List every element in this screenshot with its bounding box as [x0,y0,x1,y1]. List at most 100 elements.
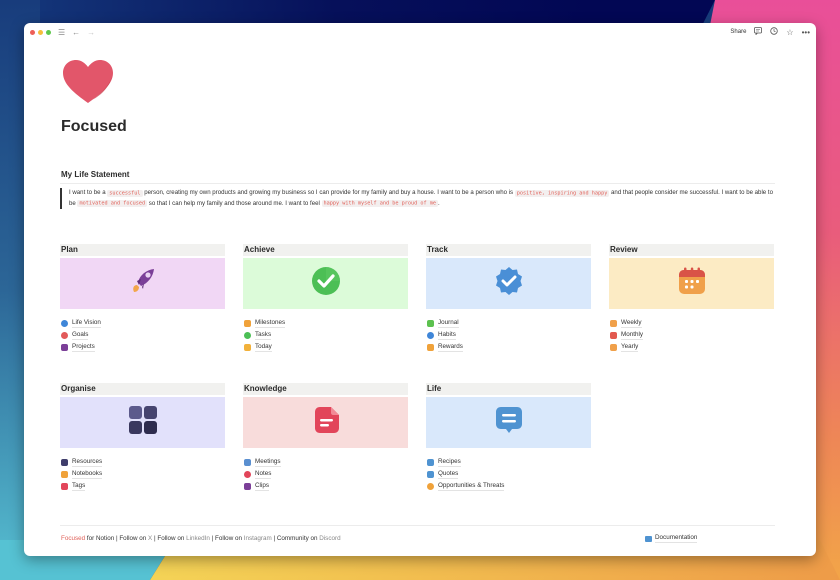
highlight-code: positive, inspiring and happy [514,189,610,197]
section-cover [243,258,408,309]
page-link-rewards[interactable]: Rewards [426,342,591,354]
page-link-journal[interactable]: Journal [426,317,591,329]
page-link-label: Tags [72,482,86,492]
footer-static: | Follow on [209,535,244,542]
section-cover [426,258,591,309]
page-link-projects[interactable]: Projects [60,342,225,354]
documentation-label: Documentation [655,534,698,543]
section-links: Weekly Monthly Yearly [609,317,774,354]
section-cover [60,258,225,309]
page-link-label: Habits [438,330,456,340]
calendar-icon [610,331,617,339]
brand-link[interactable]: Focused [61,535,85,542]
instagram-link[interactable]: Instagram [244,535,272,542]
question-icon [427,483,434,491]
minimize-window-button[interactable] [38,29,43,35]
statement-text: . [437,199,440,207]
footer-static: | Follow on [152,535,187,542]
notion-window: ☰ ← → Share ☆ ••• Focused My Life Statem… [24,23,816,556]
highlight-code: successful [107,189,143,197]
statement-heading: My Life Statement [61,170,130,179]
page-link-label: Clips [255,482,269,492]
rocket-icon [61,344,68,352]
star-icon[interactable]: ☆ [786,28,793,37]
crown-icon [244,319,251,327]
page-link-quotes[interactable]: Quotes [426,468,591,480]
statement-text: so that I can help my family and those a… [147,199,322,207]
section-heading: Organise [60,383,225,395]
footer-text: Focused for Notion | Follow on X | Follo… [61,535,341,542]
verified-badge-icon [427,331,434,339]
folder-icon [61,470,68,478]
page-link-recipes[interactable]: Recipes [426,456,591,468]
discord-link[interactable]: Discord [319,535,340,542]
section-links: Resources Notebooks Tags [60,456,225,493]
highlight-code: motivated and focused [77,200,148,207]
section-card-organise: Organise Resources Notebooks Tags [60,383,225,493]
page-title[interactable]: Focused [61,118,127,136]
page-link-clips[interactable]: Clips [243,481,408,493]
sidebar-menu-icon[interactable]: ☰ [58,28,65,37]
share-button[interactable]: Share [730,29,746,35]
comment-icon[interactable] [754,27,763,37]
heart-icon[interactable] [62,59,114,105]
page-link-tasks[interactable]: Tasks [243,329,408,341]
page-link-label: Rewards [438,343,463,353]
section-card-knowledge: Knowledge Meetings Notes Clips [243,383,408,493]
page-link-life-vision[interactable]: Life Vision [60,317,225,329]
page-link-opportunities-threats[interactable]: Opportunities & Threats [426,481,591,493]
section-heading: Achieve [243,244,408,256]
section-links: Milestones Tasks Today [243,317,408,354]
page-link-label: Tasks [255,330,272,340]
section-heading: Life [426,383,591,395]
page-link-label: Quotes [438,469,459,479]
page-link-label: Monthly [621,330,644,340]
history-clock-icon[interactable] [770,27,779,37]
page-link-goals[interactable]: Goals [60,329,225,341]
page-link-monthly[interactable]: Monthly [609,329,774,341]
close-window-button[interactable] [30,29,35,35]
page-link-label: Life Vision [72,318,101,328]
page-link-label: Today [255,343,272,353]
back-arrow-icon[interactable]: ← [72,28,80,37]
more-icon[interactable]: ••• [802,28,810,37]
page-link-label: Opportunities & Threats [438,482,505,492]
page-link-label: Journal [438,318,459,328]
page-link-milestones[interactable]: Milestones [243,317,408,329]
calendar-icon [610,319,617,327]
page-link-label: Meetings [255,457,281,467]
life-statement-quote[interactable]: I want to be a successful person, creati… [60,188,775,209]
section-heading: Knowledge [243,383,408,395]
section-links: Life Vision Goals Projects [60,317,225,354]
divider [60,183,775,184]
maximize-window-button[interactable] [46,29,51,35]
page-link-yearly[interactable]: Yearly [609,342,774,354]
page-link-notes[interactable]: Notes [243,468,408,480]
page-link-label: Resources [72,457,103,467]
page-link-resources[interactable]: Resources [60,456,225,468]
section-cover [60,397,225,448]
page-link-habits[interactable]: Habits [426,329,591,341]
documentation-link[interactable]: Documentation [645,534,698,543]
page-link-meetings[interactable]: Meetings [243,456,408,468]
grid-icon [128,405,158,440]
check-circle-icon [311,266,341,301]
verified-badge-icon [494,266,524,301]
section-links: Meetings Notes Clips [243,456,408,493]
footer-static: | Community on [271,535,320,542]
page-link-tags[interactable]: Tags [60,481,225,493]
check-circle-icon [244,331,251,339]
page-link-notebooks[interactable]: Notebooks [60,468,225,480]
document-icon [311,405,341,440]
page-link-label: Milestones [255,318,286,328]
linkedin-link[interactable]: LinkedIn [186,535,210,542]
meeting-notes-icon [244,458,251,466]
section-card-track: Track Journal Habits Rewards [426,244,591,354]
page-link-today[interactable]: Today [243,342,408,354]
calendar-icon [677,266,707,301]
rocket-icon [128,266,158,301]
page-link-weekly[interactable]: Weekly [609,317,774,329]
folder-icon [645,535,652,542]
forward-arrow-icon[interactable]: → [87,28,95,37]
section-cover [426,397,591,448]
